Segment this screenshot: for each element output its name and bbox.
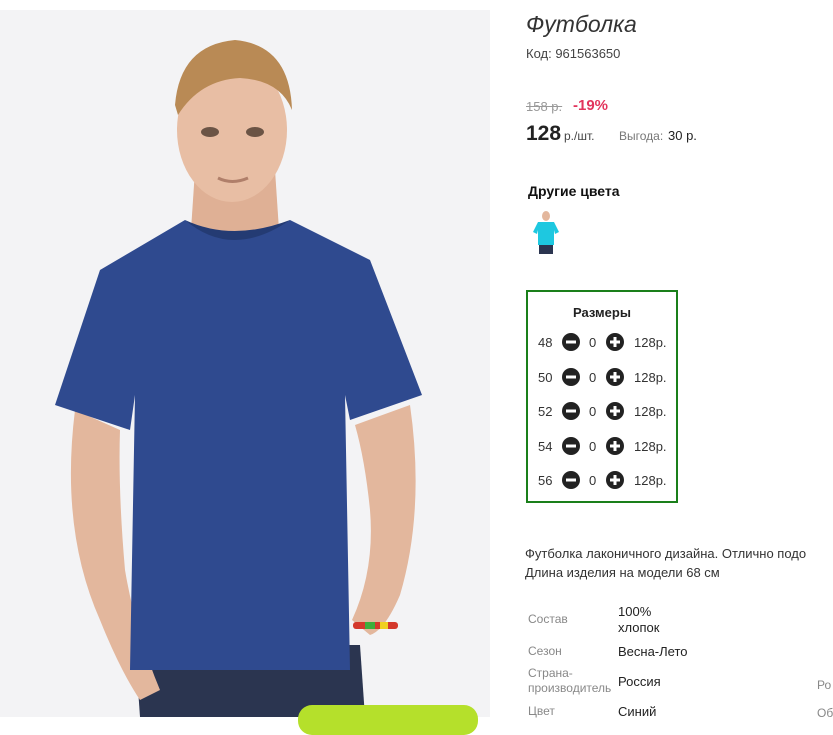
product-code: Код: 961563650 xyxy=(526,46,621,61)
truncated-spec-label: Ро xyxy=(817,678,832,692)
minus-icon[interactable] xyxy=(562,402,580,420)
size-row: 50 0 128р. xyxy=(528,367,676,387)
tshirt-thumbnail-icon xyxy=(530,207,562,255)
spec-value-season: Весна-Лето xyxy=(618,644,688,659)
model-photo-illustration xyxy=(0,10,490,717)
size-row: 48 0 128р. xyxy=(528,332,676,352)
size-price: 128р. xyxy=(634,370,667,385)
truncated-spec-label: Об xyxy=(817,706,833,720)
current-price: 128 xyxy=(526,122,562,145)
savings-value: 30 р. xyxy=(668,128,697,143)
size-row: 56 0 128р. xyxy=(528,470,676,490)
quantity-value: 0 xyxy=(589,473,597,488)
size-row: 52 0 128р. xyxy=(528,401,676,421)
plus-icon[interactable] xyxy=(606,333,624,351)
size-row: 54 0 128р. xyxy=(528,436,676,456)
plus-icon[interactable] xyxy=(606,437,624,455)
plus-icon[interactable] xyxy=(606,471,624,489)
size-label: 56 xyxy=(538,473,553,488)
size-price: 128р. xyxy=(634,473,667,488)
spec-value-composition-cont: хлопок xyxy=(618,620,660,635)
plus-icon[interactable] xyxy=(606,402,624,420)
sizes-panel: Размеры 48 0 128р. 50 0 128р. 52 0 128р.… xyxy=(526,290,678,503)
spec-label-country: Страна- xyxy=(528,666,573,680)
quantity-value: 0 xyxy=(589,404,597,419)
description-line: Длина изделия на модели 68 см xyxy=(525,565,720,580)
spec-label-composition: Состав xyxy=(528,612,568,626)
product-photo xyxy=(0,10,490,717)
size-label: 48 xyxy=(538,335,553,350)
size-price: 128р. xyxy=(634,439,667,454)
size-label: 50 xyxy=(538,370,553,385)
size-label: 54 xyxy=(538,439,553,454)
quantity-value: 0 xyxy=(589,439,597,454)
product-description: Футболка лаконичного дизайна. Отлично по… xyxy=(525,544,806,582)
minus-icon[interactable] xyxy=(562,333,580,351)
sizes-title: Размеры xyxy=(573,305,631,320)
plus-icon[interactable] xyxy=(606,368,624,386)
quantity-value: 0 xyxy=(589,335,597,350)
size-price: 128р. xyxy=(634,335,667,350)
other-colors-title: Другие цвета xyxy=(528,183,620,199)
add-to-cart-button[interactable] xyxy=(298,705,478,735)
minus-icon[interactable] xyxy=(562,437,580,455)
product-title: Футболка xyxy=(526,11,637,37)
size-label: 52 xyxy=(538,404,553,419)
minus-icon[interactable] xyxy=(562,471,580,489)
old-price: 158 р. xyxy=(526,99,563,114)
discount-badge: -19% xyxy=(573,97,609,114)
quantity-value: 0 xyxy=(589,370,597,385)
color-swatch-cyan[interactable] xyxy=(530,207,562,255)
spec-value-country: Россия xyxy=(618,674,661,689)
spec-label-season: Сезон xyxy=(528,644,562,658)
price-unit: р./шт. xyxy=(564,129,595,143)
spec-value-composition: 100% xyxy=(618,604,652,619)
minus-icon[interactable] xyxy=(562,368,580,386)
description-line: Футболка лаконичного дизайна. Отлично по… xyxy=(525,546,807,561)
savings-label: Выгода: xyxy=(619,129,664,143)
spec-label-country-cont: производитель xyxy=(528,681,612,695)
size-price: 128р. xyxy=(634,404,667,419)
